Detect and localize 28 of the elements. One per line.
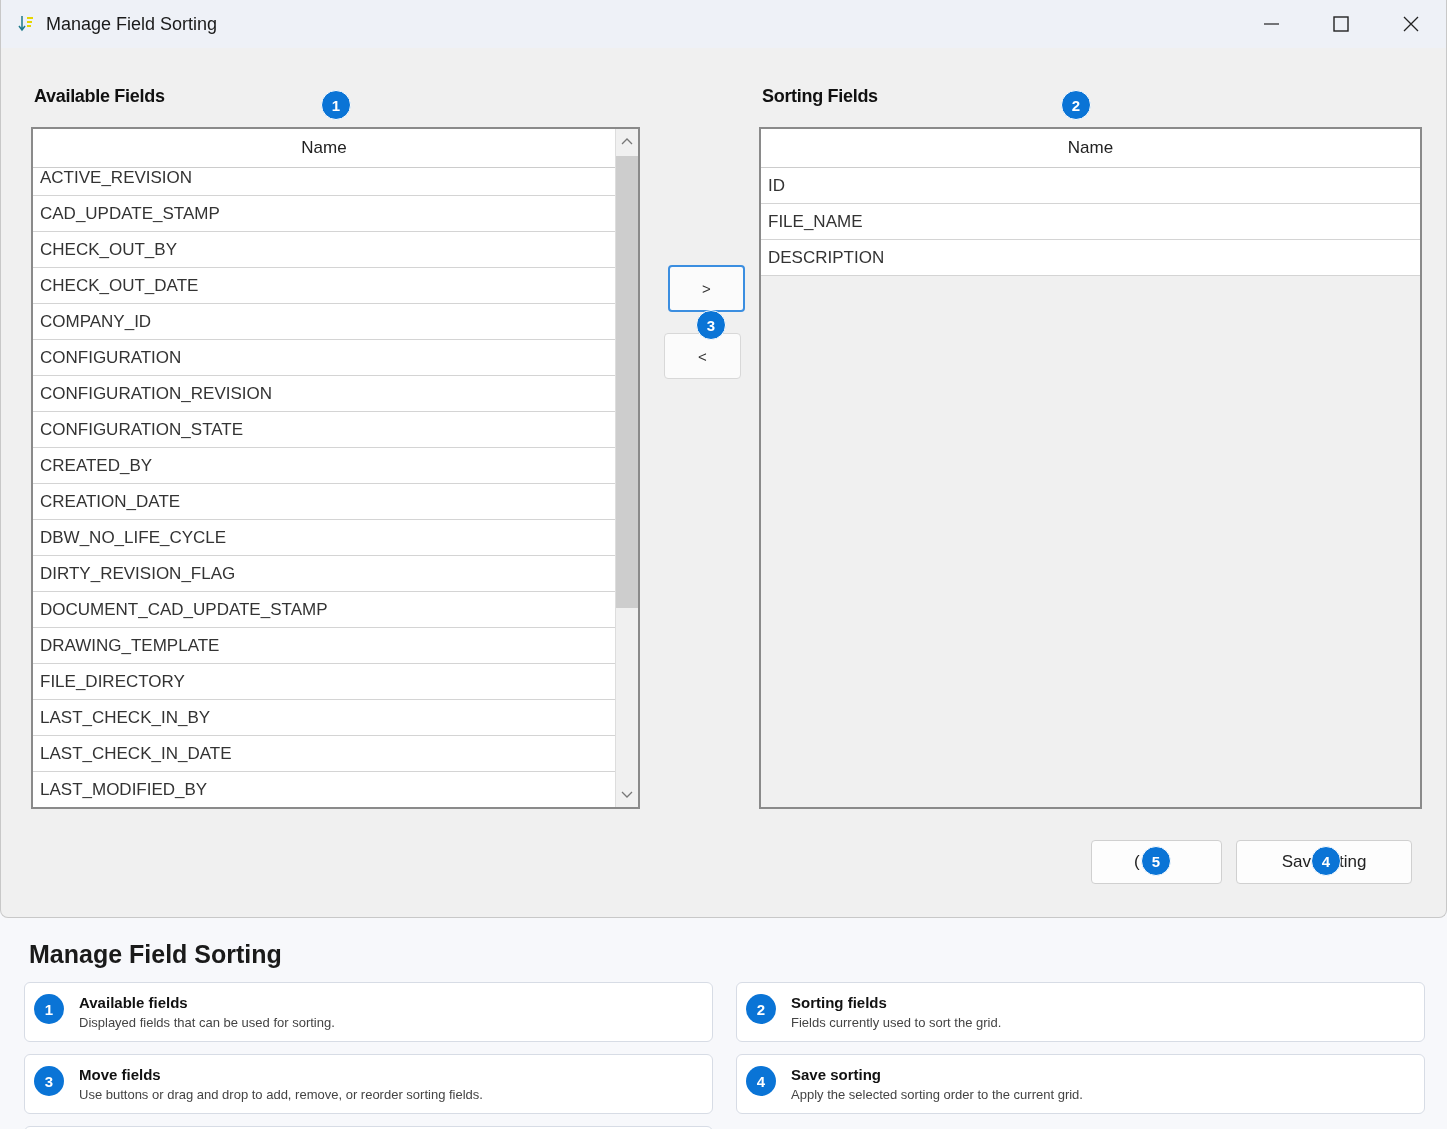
field-row[interactable]: DESCRIPTION bbox=[761, 240, 1420, 276]
card-title: Sorting fields bbox=[791, 994, 888, 1011]
field-row[interactable]: ACTIVE_REVISION bbox=[33, 168, 615, 196]
number-badge: 1 bbox=[34, 994, 64, 1024]
panel-heading: Available Fields bbox=[33, 86, 165, 108]
card-title: Move fields bbox=[79, 1066, 162, 1083]
move-button[interactable]: < bbox=[664, 333, 741, 379]
card-description: Apply the selected sorting order to the current grid. bbox=[791, 1087, 1083, 1102]
card-title: Save sorting bbox=[791, 1066, 883, 1083]
number-badge: 1 bbox=[321, 90, 351, 120]
card-description: Use buttons or drag and drop to add, remove, or reorder sorting fields. bbox=[79, 1087, 483, 1102]
panel-heading: Sorting Fields bbox=[761, 86, 878, 108]
number-badge: 2 bbox=[746, 994, 776, 1024]
card-title: Available fields bbox=[79, 994, 189, 1011]
guide-title: Manage Field Sorting bbox=[28, 940, 283, 970]
column-header[interactable]: Name bbox=[761, 129, 1420, 168]
field-row[interactable]: FILE_NAME bbox=[761, 204, 1420, 240]
scrollbar[interactable] bbox=[615, 129, 638, 807]
scroll-thumb[interactable] bbox=[616, 156, 638, 608]
card-description: Fields currently used to sort the grid. bbox=[791, 1015, 1002, 1030]
number-badge: 2 bbox=[1061, 90, 1091, 120]
field-row[interactable]: ID bbox=[761, 168, 1420, 204]
card-description: Displayed fields that can be used for sorting. bbox=[79, 1015, 335, 1030]
move-button[interactable]: > bbox=[668, 265, 745, 312]
window-title: Manage Field Sorting bbox=[46, 13, 218, 35]
number-badge: 4 bbox=[746, 1066, 776, 1096]
number-badge: 3 bbox=[34, 1066, 64, 1096]
sort-icon bbox=[18, 15, 34, 33]
